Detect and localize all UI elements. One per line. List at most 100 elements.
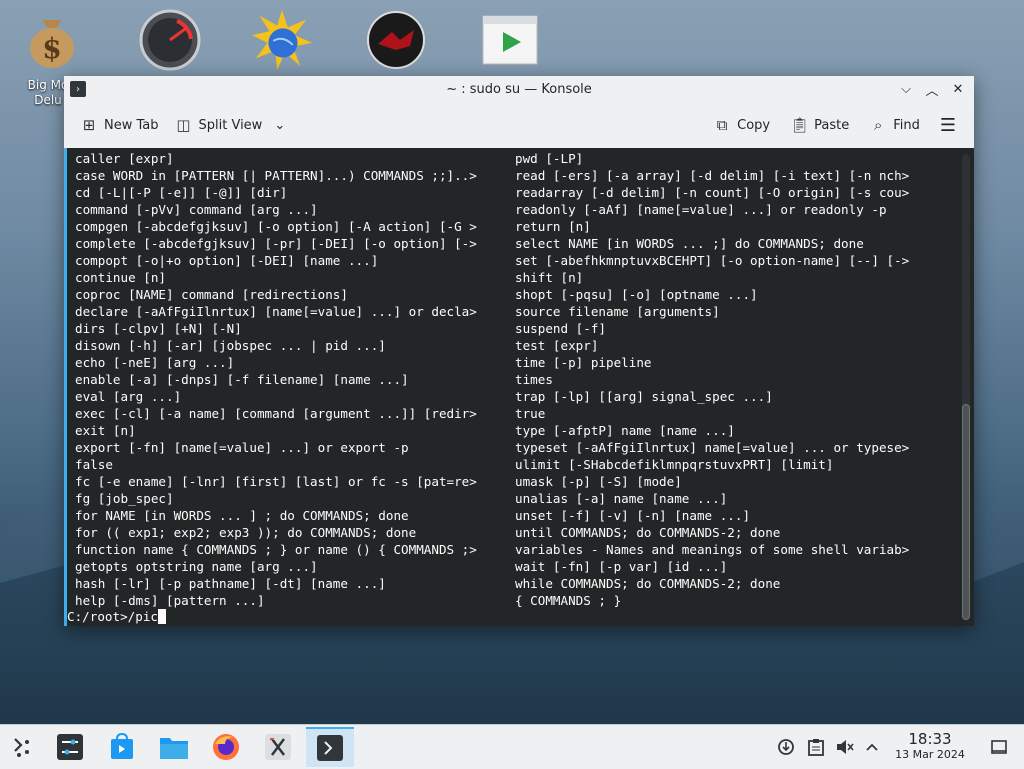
taskbar: 18:33 13 Mar 2024 [0,724,1024,769]
terminal-line: select NAME [in WORDS ... ;] do COMMANDS… [515,236,864,251]
terminal-line: time [-p] pipeline [515,355,652,370]
network-icon[interactable] [774,725,798,769]
hamburger-menu-button[interactable]: ☰ [932,110,964,140]
terminal-line: { COMMANDS ; } [515,593,622,608]
terminal-line: continue [n] [75,270,166,285]
find-button[interactable]: ⌕ Find [861,110,928,140]
terminal-line: fc [-e ename] [-lnr] [first] [last] or f… [75,474,477,489]
clock-time: 18:33 [908,730,952,748]
terminal-line: compgen [-abcdefgjksuv] [-o option] [-A … [75,219,477,234]
application-launcher-icon[interactable] [2,729,42,765]
terminal-line: cd [-L|[-P [-e]] [-@]] [dir] [75,185,288,200]
terminal-line: command [-pVv] command [arg ...] [75,202,318,217]
big-money-icon[interactable]: $ [20,8,84,72]
terminal-output-left: caller [expr] case WORD in [PATTERN [| PA… [75,150,477,609]
terminal-line: caller [expr] [75,151,174,166]
split-view-icon: ◫ [176,116,191,134]
terminal-line: dirs [-clpv] [+N] [-N] [75,321,242,336]
minimize-button[interactable]: ⌵ [896,79,916,99]
konsole-icon[interactable] [306,727,354,767]
svg-text:$: $ [42,32,61,65]
split-view-label: Split View [198,117,263,133]
red-emblem-icon[interactable] [364,8,428,72]
close-button[interactable]: ✕ [948,79,968,99]
media-player-icon[interactable] [478,8,542,72]
terminal-line: echo [-neE] [arg ...] [75,355,235,370]
new-tab-button[interactable]: ⊞ New Tab [72,110,167,140]
prompt-text: C:/root>/pic [67,609,158,624]
clock-date: 13 Mar 2024 [895,748,965,761]
toolbar: ⊞ New Tab ◫ Split View ⌄ ⧉ Copy 📋︎ Paste… [64,102,974,149]
terminal-line: suspend [-f] [515,321,606,336]
show-desktop-icon[interactable] [986,725,1012,769]
tray-expand-icon[interactable] [860,725,884,769]
terminal-prompt[interactable]: C:/root>/pic [67,608,166,625]
copy-label: Copy [737,117,771,133]
system-settings-icon[interactable] [50,729,90,765]
terminal-line: help [-dms] [pattern ...] [75,593,265,608]
terminal-output-right: pwd [-LP] read [-ers] [-a array] [-d deli… [515,150,909,609]
terminal-line: hash [-lr] [-p pathname] [-dt] [name ...… [75,576,386,591]
terminal-line: exec [-cl] [-a name] [command [argument … [75,406,477,421]
terminal-line: until COMMANDS; do COMMANDS-2; done [515,525,781,540]
terminal-line: typeset [-aAfFgiIlnrtux] name[=value] ..… [515,440,910,455]
vertical-scrollbar[interactable] [962,154,970,620]
scrollbar-thumb[interactable] [962,404,970,620]
speedometer-icon[interactable] [138,8,202,72]
title-bar[interactable]: › ~ : sudo su — Konsole ⌵ ︿ ✕ [64,76,974,102]
new-tab-label: New Tab [104,117,159,133]
text-editor-icon[interactable] [258,729,298,765]
terminal-line: false [75,457,113,472]
terminal-line: true [515,406,546,421]
terminal-line: compopt [-o|+o option] [-DEI] [name ...] [75,253,379,268]
terminal-line: readonly [-aAf] [name[=value] ...] or re… [515,202,887,217]
terminal-line: ulimit [-SHabcdefiklmnpqrstuvxPRT] [limi… [515,457,834,472]
digital-clock[interactable]: 18:33 13 Mar 2024 [888,731,972,762]
chevron-down-icon: ⌄ [274,117,286,133]
terminal-line: fg [job_spec] [75,491,174,506]
sun-globe-icon[interactable] [250,8,314,72]
terminal-line: eval [arg ...] [75,389,182,404]
terminal-icon[interactable]: › [70,81,86,97]
terminal-line: enable [-a] [-dnps] [-f filename] [name … [75,372,409,387]
terminal-line: function name { COMMANDS ; } or name () … [75,542,477,557]
find-label: Find [893,117,920,133]
discover-store-icon[interactable] [102,729,142,765]
terminal-line: test [expr] [515,338,599,353]
firefox-icon[interactable] [206,729,246,765]
terminal-line: exit [n] [75,423,136,438]
terminal-line: coproc [NAME] command [redirections] [75,287,348,302]
split-view-button[interactable]: ◫ Split View ⌄ [167,110,294,140]
clipboard-icon[interactable] [804,725,828,769]
terminal-line: wait [-fn] [-p var] [id ...] [515,559,728,574]
window-title: ~ : sudo su — Konsole [446,81,592,97]
terminal-line: trap [-lp] [[arg] signal_spec ...] [515,389,773,404]
paste-button[interactable]: 📋︎ Paste [782,110,857,140]
search-icon: ⌕ [874,116,883,134]
copy-icon: ⧉ [716,116,728,134]
terminal-line: unset [-f] [-v] [-n] [name ...] [515,508,751,523]
konsole-window: › ~ : sudo su — Konsole ⌵ ︿ ✕ ⊞ New Tab … [64,76,974,626]
terminal-line: disown [-h] [-ar] [jobspec ... | pid ...… [75,338,386,353]
volume-muted-icon[interactable] [832,725,858,769]
copy-button[interactable]: ⧉ Copy [705,110,778,140]
paste-label: Paste [814,117,850,133]
paste-icon: 📋︎ [790,116,810,134]
terminal-line: variables - Names and meanings of some s… [515,542,910,557]
terminal-line: return [n] [515,219,591,234]
terminal-line: for (( exp1; exp2; exp3 )); do COMMANDS;… [75,525,417,540]
file-manager-icon[interactable] [154,729,194,765]
terminal-line: while COMMANDS; do COMMANDS-2; done [515,576,781,591]
terminal-line: pwd [-LP] [515,151,584,166]
new-tab-icon: ⊞ [82,116,96,134]
terminal-line: readarray [-d delim] [-n count] [-O orig… [515,185,910,200]
terminal-line: shopt [-pqsu] [-o] [optname ...] [515,287,758,302]
terminal-line: complete [-abcdefgjksuv] [-pr] [-DEI] [-… [75,236,477,251]
terminal-line: umask [-p] [-S] [mode] [515,474,682,489]
text-cursor [158,609,166,624]
terminal-line: case WORD in [PATTERN [| PATTERN]...) CO… [75,168,477,183]
terminal-line: type [-afptP] name [name ...] [515,423,735,438]
terminal-line: times [515,372,553,387]
maximize-button[interactable]: ︿ [922,79,942,99]
terminal-view[interactable]: caller [expr] case WORD in [PATTERN [| PA… [64,148,974,626]
